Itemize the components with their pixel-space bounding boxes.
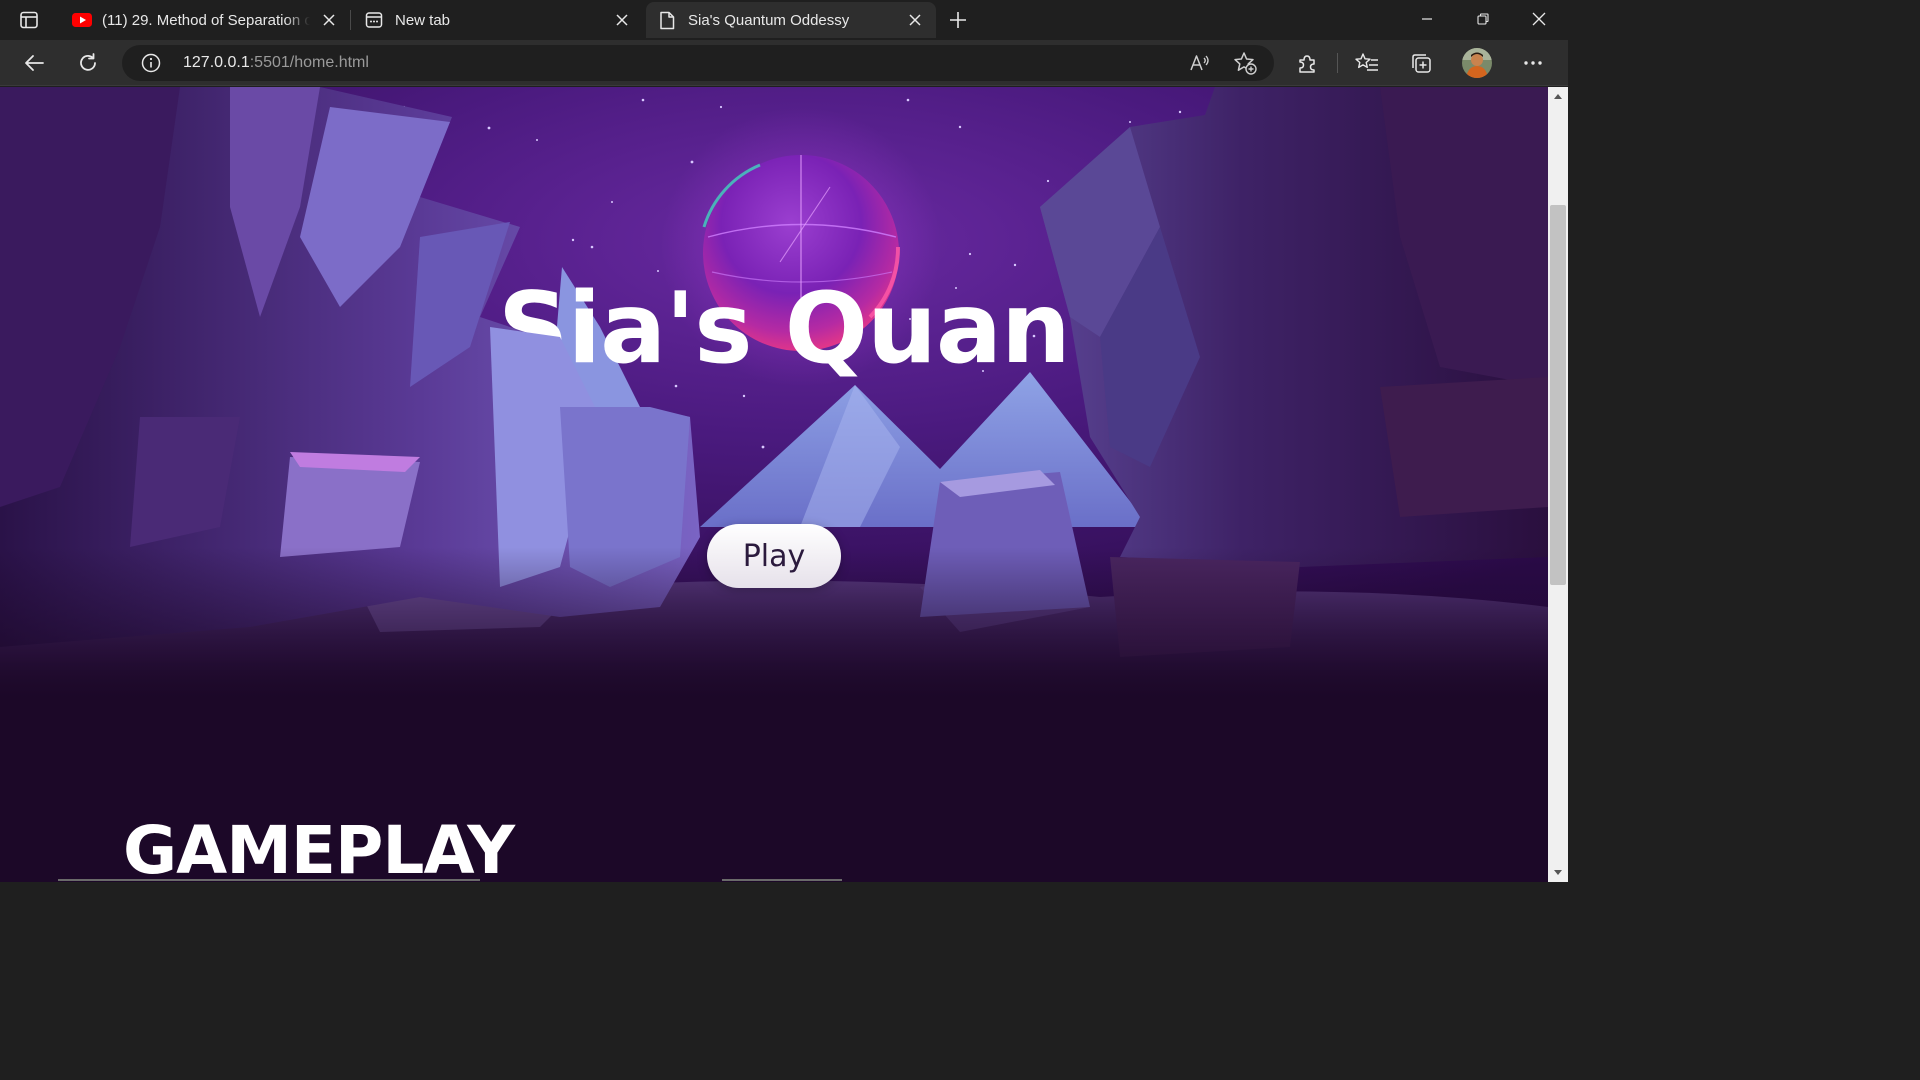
youtube-icon: [72, 13, 92, 27]
browser-toolbar: 127.0.0.1:5501/home.html: [0, 40, 1568, 86]
tab-title: New tab: [395, 11, 451, 29]
url-path: :5501/home.html: [249, 54, 369, 71]
tab-new-tab[interactable]: New tab: [353, 2, 643, 38]
read-aloud-button[interactable]: [1183, 46, 1217, 80]
tab-title: (11) 29. Method of Separation of Variabl…: [102, 11, 310, 29]
add-favorite-icon: [1234, 52, 1257, 75]
close-window-button[interactable]: [1511, 0, 1567, 38]
page-icon: [660, 11, 675, 30]
divider-line: [722, 879, 842, 881]
hero-section: Sia's Quantum Oddessy: [0, 87, 1548, 707]
tab-active-quantum[interactable]: Sia's Quantum Oddessy: [646, 2, 936, 38]
toolbar-divider: [1337, 53, 1338, 73]
tab-divider: [350, 10, 351, 30]
plus-icon: [950, 12, 966, 28]
vertical-scrollbar[interactable]: [1548, 87, 1568, 882]
close-tab-button[interactable]: [318, 9, 340, 31]
page-viewport: Sia's Quantum Oddessy: [0, 87, 1548, 882]
favorites-button[interactable]: [1350, 46, 1384, 80]
site-info-button[interactable]: [140, 52, 162, 74]
minimize-button[interactable]: [1399, 0, 1455, 38]
tab-title: Sia's Quantum Oddessy: [688, 11, 850, 29]
url-host: 127.0.0.1: [183, 54, 250, 71]
close-icon: [616, 14, 628, 26]
read-aloud-icon: [1190, 55, 1209, 71]
more-icon: [1524, 61, 1542, 65]
refresh-button[interactable]: [71, 46, 105, 80]
scrollbar-thumb[interactable]: [1550, 205, 1566, 585]
close-icon: [323, 14, 335, 26]
site-info-icon: [141, 53, 161, 73]
foreground-cliffs-illustration: [0, 87, 1548, 707]
extensions-button[interactable]: [1290, 46, 1324, 80]
add-favorite-button[interactable]: [1228, 46, 1262, 80]
more-button[interactable]: [1516, 46, 1550, 80]
section-heading-gameplay: GAMEPLAY: [123, 812, 515, 882]
divider-line: [58, 879, 480, 881]
refresh-icon: [80, 53, 96, 71]
address-bar[interactable]: 127.0.0.1:5501/home.html: [122, 45, 1274, 81]
scroll-up-button[interactable]: [1548, 87, 1568, 107]
restore-icon: [1477, 13, 1489, 25]
restore-button[interactable]: [1455, 0, 1511, 38]
close-icon: [909, 14, 921, 26]
chevron-down-icon: [1554, 870, 1562, 875]
minimize-icon: [1422, 18, 1432, 20]
new-tab-button[interactable]: [944, 6, 972, 34]
new-tab-page-icon: [365, 12, 383, 28]
profile-avatar: [1462, 48, 1492, 78]
tab-actions-menu-button[interactable]: [8, 5, 50, 35]
chevron-up-icon: [1554, 94, 1562, 99]
tab-actions-icon: [20, 11, 38, 29]
close-tab-button[interactable]: [904, 9, 926, 31]
close-tab-button[interactable]: [611, 9, 633, 31]
close-icon: [1532, 12, 1546, 26]
tab-strip: (11) 29. Method of Separation of Variabl…: [0, 0, 1568, 40]
play-button[interactable]: Play: [707, 524, 841, 588]
collections-button[interactable]: [1404, 46, 1438, 80]
url-text[interactable]: 127.0.0.1:5501/home.html: [183, 54, 369, 72]
collections-icon: [1412, 54, 1431, 73]
back-icon: [25, 55, 44, 71]
tab-youtube[interactable]: (11) 29. Method of Separation of Variabl…: [58, 2, 348, 38]
favorites-icon: [1355, 53, 1378, 71]
scroll-down-button[interactable]: [1548, 862, 1568, 882]
profile-button[interactable]: [1460, 46, 1494, 80]
back-button[interactable]: [17, 46, 51, 80]
extensions-icon: [1299, 55, 1315, 73]
